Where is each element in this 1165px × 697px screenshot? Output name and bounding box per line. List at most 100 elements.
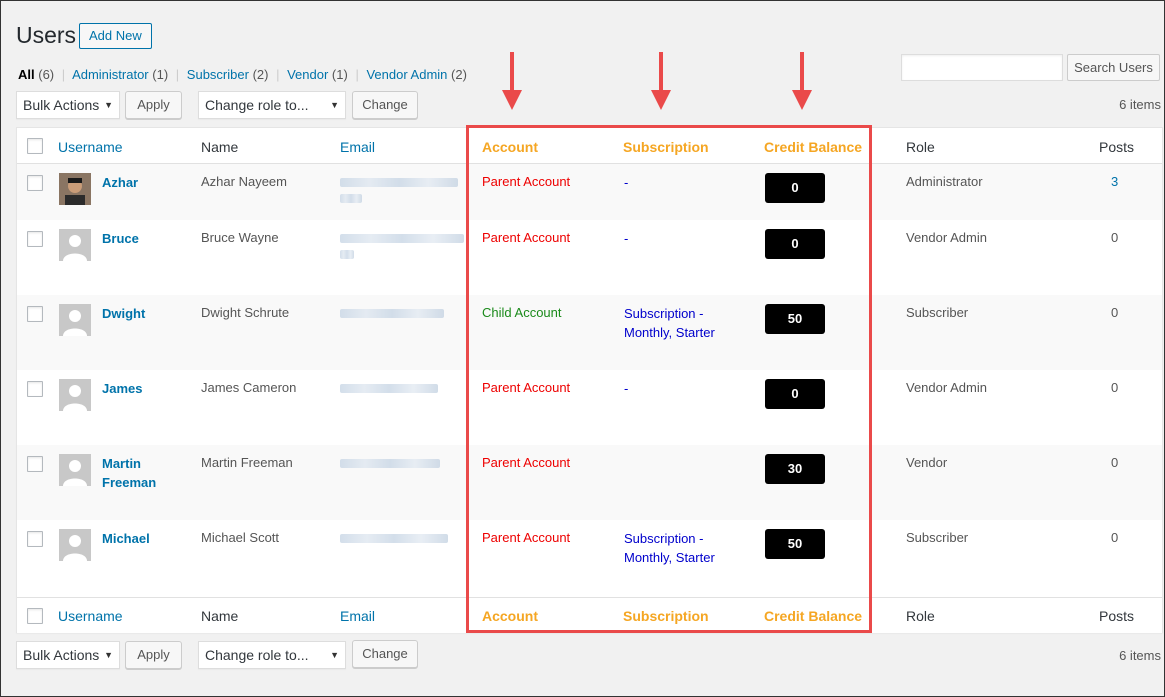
account-type: Parent Account xyxy=(482,380,571,395)
row-checkbox[interactable] xyxy=(27,175,43,191)
down-arrow-icon xyxy=(651,52,671,110)
select-all-checkbox-footer[interactable] xyxy=(27,608,43,624)
role-filter-links: All (6) | Administrator (1) | Subscriber… xyxy=(18,67,467,82)
filter-subscriber[interactable]: Subscriber xyxy=(187,67,249,82)
apply-button-bottom[interactable]: Apply xyxy=(125,641,182,669)
credit-balance-badge: 0 xyxy=(765,229,825,259)
user-search-input[interactable] xyxy=(901,54,1063,81)
email-redacted[interactable] xyxy=(340,384,438,393)
column-name-footer: Name xyxy=(201,608,239,624)
filter-vendor-admin[interactable]: Vendor Admin xyxy=(366,67,447,82)
subscription-info: - xyxy=(624,381,629,396)
column-username[interactable]: Username xyxy=(58,139,123,155)
change-button-bottom[interactable]: Change xyxy=(352,640,418,668)
column-role-footer: Role xyxy=(906,608,935,624)
separator: | xyxy=(175,67,180,82)
column-subscription-footer: Subscription xyxy=(623,608,709,624)
user-name: James Cameron xyxy=(201,380,297,395)
email-redacted[interactable] xyxy=(340,234,464,243)
filter-vendor-admin-count: (2) xyxy=(451,67,467,82)
change-role-select-bottom[interactable]: Change role to... ▼ xyxy=(198,641,346,669)
column-posts: Posts xyxy=(1099,139,1135,155)
table-row: Michael Michael Scott Parent Account Sub… xyxy=(17,520,1162,597)
username-link[interactable]: Martin Freeman xyxy=(102,454,172,492)
filter-all[interactable]: All xyxy=(18,67,35,82)
change-role-label: Change role to... xyxy=(205,97,309,113)
column-email-footer[interactable]: Email xyxy=(340,608,375,624)
select-all-checkbox[interactable] xyxy=(27,138,43,154)
username-link[interactable]: Bruce xyxy=(102,229,139,248)
username-link[interactable]: Azhar xyxy=(102,173,138,192)
table-footer: Username Name Email Account Subscription… xyxy=(17,597,1162,633)
credit-balance-badge: 50 xyxy=(765,529,825,559)
email-redacted[interactable] xyxy=(340,459,440,468)
row-checkbox[interactable] xyxy=(27,456,43,472)
bulk-actions-select-bottom[interactable]: Bulk Actions ▼ xyxy=(16,641,120,669)
apply-button-top[interactable]: Apply xyxy=(125,91,182,119)
column-credit-balance-footer: Credit Balance xyxy=(764,608,863,624)
email-redacted xyxy=(340,194,362,203)
change-role-select-top[interactable]: Change role to... ▼ xyxy=(198,91,346,119)
avatar-placeholder-icon xyxy=(59,454,91,486)
username-link[interactable]: James xyxy=(102,379,142,398)
filter-administrator[interactable]: Administrator xyxy=(72,67,149,82)
search-users-button[interactable]: Search Users xyxy=(1067,54,1160,81)
credit-balance-badge: 0 xyxy=(765,379,825,409)
email-redacted[interactable] xyxy=(340,178,458,187)
email-redacted[interactable] xyxy=(340,309,444,318)
items-count-bottom: 6 items xyxy=(1119,648,1161,663)
username-link[interactable]: Michael xyxy=(102,529,150,548)
user-role: Administrator xyxy=(906,174,983,189)
user-role: Vendor Admin xyxy=(906,230,987,245)
column-username-footer[interactable]: Username xyxy=(58,608,123,624)
post-count: 0 xyxy=(1111,230,1119,245)
user-role: Vendor Admin xyxy=(906,380,987,395)
items-count-top: 6 items xyxy=(1119,97,1161,112)
add-new-button[interactable]: Add New xyxy=(79,23,152,49)
filter-administrator-count: (1) xyxy=(152,67,169,82)
column-email[interactable]: Email xyxy=(340,139,375,155)
user-name: Bruce Wayne xyxy=(201,230,279,245)
user-name: Michael Scott xyxy=(201,530,280,545)
account-type: Parent Account xyxy=(482,174,571,189)
table-row: Bruce Bruce Wayne Parent Account - 0 Ven… xyxy=(17,220,1162,295)
column-account-footer: Account xyxy=(482,608,538,624)
avatar-placeholder-icon xyxy=(59,379,91,411)
avatar-photo-icon xyxy=(59,173,91,205)
separator: | xyxy=(61,67,66,82)
username-link[interactable]: Dwight xyxy=(102,304,145,323)
separator: | xyxy=(276,67,280,82)
page-title: Users xyxy=(16,22,77,48)
subscription-info: - xyxy=(624,175,629,190)
user-name: Martin Freeman xyxy=(201,455,293,470)
row-checkbox[interactable] xyxy=(27,531,43,547)
table-row: Azhar Azhar Nayeem Parent Account - 0 Ad… xyxy=(17,164,1162,220)
account-type: Parent Account xyxy=(482,530,571,545)
user-role: Subscriber xyxy=(906,530,969,545)
email-redacted[interactable] xyxy=(340,534,448,543)
subscription-info: - xyxy=(624,231,629,246)
bulk-actions-label: Bulk Actions xyxy=(23,97,100,113)
filter-vendor-count: (1) xyxy=(331,67,348,82)
user-role: Subscriber xyxy=(906,305,969,320)
column-posts-footer: Posts xyxy=(1099,608,1135,624)
column-account: Account xyxy=(482,139,538,155)
post-count: 0 xyxy=(1111,305,1119,320)
change-button-top[interactable]: Change xyxy=(352,91,418,119)
column-name: Name xyxy=(201,139,239,155)
credit-balance-badge: 50 xyxy=(765,304,825,334)
credit-balance-badge: 0 xyxy=(765,173,825,203)
avatar-placeholder-icon xyxy=(59,304,91,336)
account-type: Parent Account xyxy=(482,455,571,470)
user-name: Dwight Schrute xyxy=(201,305,290,320)
row-checkbox[interactable] xyxy=(27,231,43,247)
bulk-actions-select-top[interactable]: Bulk Actions ▼ xyxy=(16,91,120,119)
filter-vendor[interactable]: Vendor xyxy=(287,67,328,82)
row-checkbox[interactable] xyxy=(27,306,43,322)
caret-down-icon: ▼ xyxy=(330,100,339,110)
table-header: Username Name Email Account Subscription… xyxy=(17,128,1162,164)
column-credit-balance: Credit Balance xyxy=(764,139,863,155)
bulk-actions-label: Bulk Actions xyxy=(23,647,100,663)
post-count-link[interactable]: 3 xyxy=(1111,174,1118,189)
row-checkbox[interactable] xyxy=(27,381,43,397)
